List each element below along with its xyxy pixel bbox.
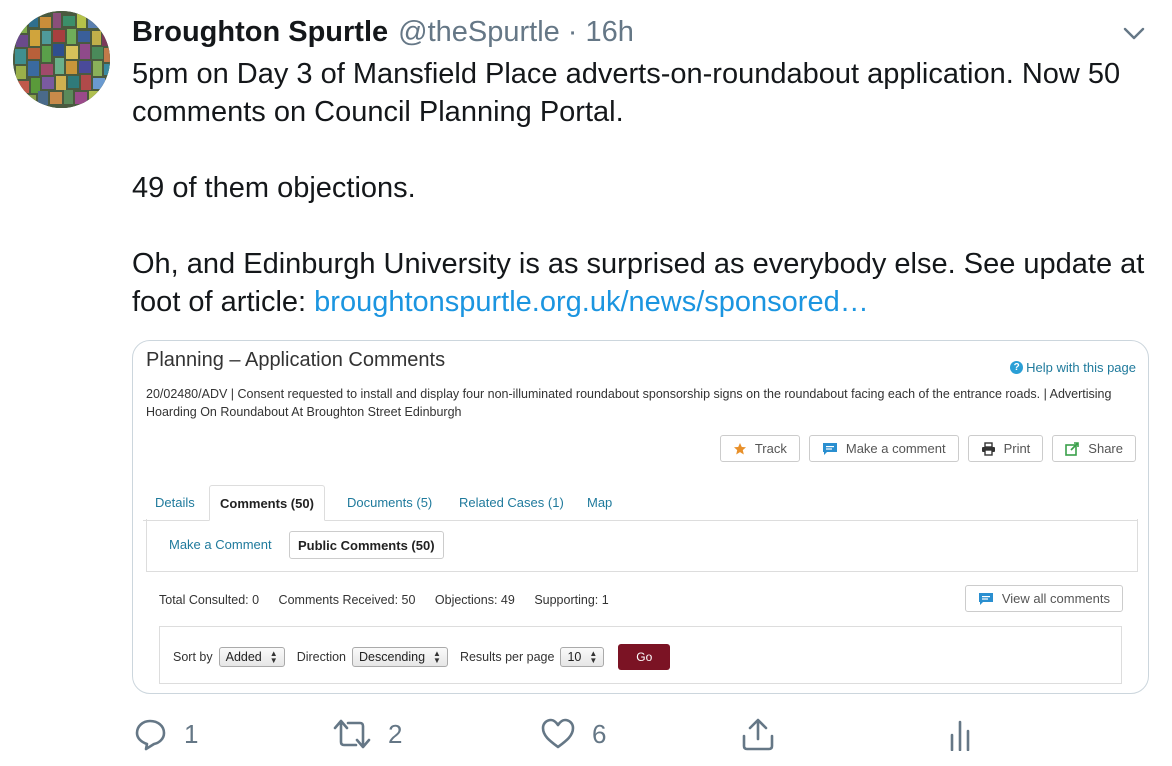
author-handle[interactable]: @theSpurtle <box>398 16 560 49</box>
retweet-count: 2 <box>388 718 403 749</box>
track-button[interactable]: Track <box>719 435 800 462</box>
article-link[interactable]: broughtonspurtle.org.uk/news/sponsored… <box>314 286 869 318</box>
like-button[interactable]: 6 <box>540 712 606 756</box>
tweet-paragraph-3: Oh, and Edinburgh University is as surpr… <box>132 245 1162 321</box>
sort-by-label: Sort by <box>173 650 213 664</box>
tweet-paragraph-1: 5pm on Day 3 of Mansfield Place adverts-… <box>132 58 1121 128</box>
author-name[interactable]: Broughton Spurtle <box>132 16 388 49</box>
comment-icon <box>822 442 837 455</box>
share-icon <box>1065 441 1080 456</box>
view-all-comments-button[interactable]: View all comments <box>964 585 1123 612</box>
retweet-button[interactable]: 2 <box>332 712 402 756</box>
share-label: Share <box>1088 441 1123 456</box>
tweet-header: Broughton Spurtle @theSpurtle · 16h <box>132 12 634 52</box>
results-per-page-select[interactable]: 10 ▲ ▼ <box>560 647 605 667</box>
tweet-paragraph-2: 49 of them objections. <box>132 172 416 204</box>
analytics-button[interactable] <box>948 712 972 756</box>
comments-received: Comments Received: 50 <box>278 593 416 607</box>
share-button[interactable]: Share <box>1052 435 1136 462</box>
sort-by-select[interactable]: Added ▲ ▼ <box>218 647 285 667</box>
track-label: Track <box>754 441 787 456</box>
make-comment-label: Make a comment <box>845 441 946 456</box>
subtab-public-comments[interactable]: Public Comments (50) <box>289 531 444 559</box>
direction-label: Direction <box>296 650 347 664</box>
upload-icon <box>742 718 774 751</box>
portal-page-title: Planning – Application Comments <box>146 349 446 371</box>
print-label: Print <box>1003 441 1031 456</box>
subtab-make-comment[interactable]: Make a Comment <box>169 531 272 557</box>
tab-comments[interactable]: Comments (50) <box>209 485 325 521</box>
make-comment-button[interactable]: Make a comment <box>808 435 959 462</box>
tab-map[interactable]: Map <box>587 485 612 520</box>
printer-icon <box>981 441 995 456</box>
analytics-icon <box>950 720 970 751</box>
heart-icon <box>541 718 575 749</box>
help-link-label: Help with this page <box>1026 360 1136 375</box>
objections-count: Objections: 49 <box>434 593 515 607</box>
reply-button[interactable]: 1 <box>134 712 198 756</box>
direction-select[interactable]: Descending ▲ ▼ <box>352 647 448 667</box>
tweet-text: 5pm on Day 3 of Mansfield Place adverts-… <box>132 55 1162 321</box>
attached-image[interactable]: Planning – Application Comments ? Help w… <box>132 340 1149 694</box>
portal-action-bar: Track Make a comment Print Share <box>719 435 1136 462</box>
portal-tabs: Details Comments (50) Documents (5) Rela… <box>143 485 1138 521</box>
updown-icon: ▲ ▼ <box>433 649 441 665</box>
share-tweet-button[interactable] <box>740 712 776 756</box>
tweet-actions: 1 2 6 <box>132 712 1132 756</box>
sort-controls: Sort by Added ▲ ▼ Direction Descending ▲ ▼ R… <box>159 626 1122 684</box>
go-button[interactable]: Go <box>618 644 671 670</box>
results-per-page-label: Results per page <box>459 650 555 664</box>
comments-subtabs: Make a Comment Public Comments (50) <box>146 519 1138 572</box>
header-separator: · <box>567 15 578 48</box>
updown-icon: ▲ ▼ <box>589 649 598 665</box>
comment-icon <box>978 592 993 605</box>
retweet-icon <box>333 719 371 749</box>
author-avatar[interactable] <box>13 11 110 108</box>
avatar-mosaic <box>13 11 110 108</box>
supporting-count: Supporting: 1 <box>534 593 609 607</box>
tweet-timestamp[interactable]: 16h <box>585 16 633 49</box>
application-description: 20/02480/ADV | Consent requested to inst… <box>146 387 1112 419</box>
comment-stats: Total Consulted: 0 Comments Received: 50… <box>159 593 625 607</box>
print-button[interactable]: Print <box>967 435 1044 462</box>
tab-documents[interactable]: Documents (5) <box>347 485 432 520</box>
chevron-down-icon[interactable] <box>1120 20 1148 46</box>
like-count: 6 <box>592 718 607 749</box>
updown-icon: ▲ ▼ <box>269 649 278 665</box>
help-icon: ? <box>1010 361 1024 374</box>
tab-details[interactable]: Details <box>155 485 195 520</box>
view-all-label: View all comments <box>1001 591 1110 606</box>
star-icon <box>733 442 746 454</box>
tab-related-cases[interactable]: Related Cases (1) <box>459 485 564 520</box>
help-link[interactable]: ? Help with this page <box>1010 360 1136 375</box>
reply-count: 1 <box>184 718 199 749</box>
reply-icon <box>135 719 166 751</box>
total-consulted: Total Consulted: 0 <box>159 593 260 607</box>
